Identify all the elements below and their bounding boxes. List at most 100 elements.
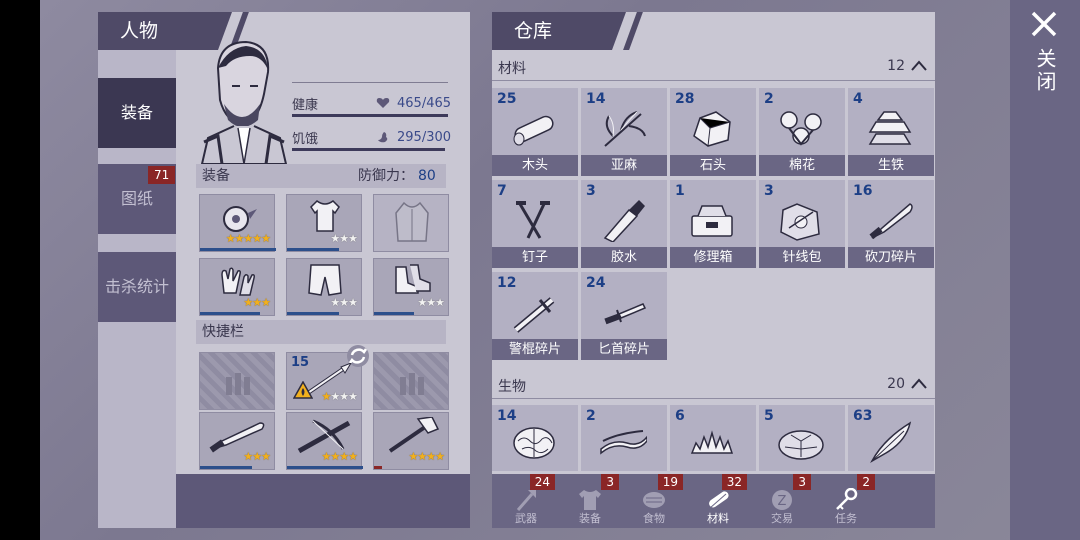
category-count: 12 (887, 58, 905, 74)
chevron-up-icon (911, 60, 927, 71)
key-tab-icon (836, 488, 858, 510)
item-label: 修理箱 (670, 247, 756, 268)
item-count: 4 (853, 91, 863, 107)
equip-slot-head[interactable]: ★★★★★ (199, 194, 276, 252)
inventory-item[interactable]: 24 匕首碎片 (581, 272, 667, 360)
sewing-kit-icon (780, 203, 820, 241)
stone-icon (693, 111, 731, 147)
shirt-tab-icon (579, 490, 601, 510)
tab-coin[interactable]: Z 3 交易 (751, 474, 813, 528)
quickbar-slot-5[interactable]: ★★★★ (286, 412, 363, 470)
item-count: 25 (497, 91, 517, 107)
defense-label: 防御力： (358, 168, 414, 184)
inventory-item[interactable]: 6 (670, 405, 756, 471)
item-count: 3 (764, 183, 774, 199)
inventory-item[interactable]: 12 警棍碎片 (492, 272, 578, 360)
star-rating: ★★★★ (408, 450, 445, 463)
repair-kit-icon (691, 205, 733, 237)
tab-meat[interactable]: 19 食物 (623, 474, 685, 528)
inventory-item[interactable]: 14 (492, 405, 578, 471)
iron-ingot-icon (868, 111, 912, 145)
tab-badge: 32 (721, 474, 747, 490)
star-rating: ★★★★ (321, 450, 358, 463)
inventory-item[interactable]: 28 石头 (670, 88, 756, 176)
feather-icon (870, 421, 912, 463)
quickbar-slot-3[interactable] (373, 352, 449, 410)
category-creatures-header[interactable]: 生物 20 (492, 372, 935, 398)
close-label[interactable]: 关闭 (1030, 48, 1060, 94)
meat-tab-icon (643, 492, 665, 508)
health-value: 465/465 (397, 96, 452, 111)
pants-icon (308, 264, 342, 296)
hunger-label: 饥饿 (292, 132, 319, 147)
inventory-item[interactable]: 25 木头 (492, 88, 578, 176)
inventory-item[interactable]: 4 生铁 (848, 88, 934, 176)
tab-kill-stats-label: 击杀统计 (104, 277, 169, 296)
tab-equipment[interactable]: 装备 (98, 78, 176, 148)
character-title: 人物 (120, 20, 159, 42)
equip-slot-hands[interactable]: ★★★ (199, 258, 275, 316)
quickbar-slot-6[interactable]: ★★★★ (373, 412, 449, 470)
quickbar-title: 快捷栏 (202, 324, 244, 340)
axe-tab-icon (516, 490, 536, 511)
chevron-up-icon (911, 378, 927, 389)
stats-divider (292, 82, 448, 83)
warehouse-header: 仓库 (492, 12, 643, 50)
item-count: 16 (853, 183, 873, 199)
tab-axe[interactable]: 24 武器 (495, 474, 557, 528)
tab-label: 装备 (579, 512, 601, 525)
tab-badge: 2 (857, 474, 875, 490)
star-rating: ★★★ (330, 296, 358, 309)
inventory-item[interactable]: 3 胶水 (581, 180, 667, 268)
tab-label: 材料 (707, 512, 729, 525)
tab-kill-stats[interactable]: 击杀统计 (98, 252, 176, 322)
inventory-item[interactable]: 63 (848, 405, 934, 471)
inventory-item[interactable]: 7 钉子 (492, 180, 578, 268)
tab-key[interactable]: 2 任务 (815, 474, 877, 528)
tab-label: 食物 (643, 512, 665, 525)
inventory-item[interactable]: 14 亚麻 (581, 88, 667, 176)
saw-blade-icon (223, 206, 257, 232)
category-materials-header[interactable]: 材料 12 (492, 54, 935, 80)
inventory-item[interactable]: 3 针线包 (759, 180, 845, 268)
inventory-item[interactable]: 16 砍刀碎片 (848, 180, 934, 268)
coin-tab-icon: Z (772, 490, 792, 510)
equip-slot-legs[interactable]: ★★★ (286, 258, 362, 316)
tab-equipment-label: 装备 (120, 103, 153, 122)
health-label: 健康 (292, 98, 319, 113)
item-label: 石头 (670, 155, 756, 176)
equip-slot-body[interactable]: ★★★ (286, 194, 362, 252)
quickbar-slot-2[interactable]: 15 ★★★★ (286, 345, 369, 410)
item-label: 木头 (492, 155, 578, 176)
equip-slot-feet[interactable]: ★★★ (373, 258, 449, 316)
nails-icon (516, 201, 550, 239)
tab-log[interactable]: 32 材料 (687, 474, 749, 528)
equipment-section-header: 装备 防御力： 80 (196, 164, 446, 188)
quickbar-section-header: 快捷栏 (196, 320, 446, 344)
flax-icon (604, 111, 646, 147)
item-count: 6 (675, 408, 685, 424)
inventory-item[interactable]: 2 棉花 (759, 88, 845, 176)
item-label: 警棍碎片 (492, 339, 578, 360)
hunger-bar (292, 148, 445, 151)
hunger-value: 295/300 (397, 130, 452, 145)
item-label: 亚麻 (581, 155, 667, 176)
baton-fragment-icon (513, 297, 555, 333)
item-count: 12 (497, 275, 517, 291)
item-count: 14 (586, 91, 606, 107)
brain-icon (513, 427, 555, 459)
warehouse-title: 仓库 (514, 20, 553, 42)
equip-slot-outer[interactable] (373, 194, 449, 252)
quickbar-slot-4[interactable]: ★★★ (199, 412, 275, 470)
tab-shirt[interactable]: 3 装备 (559, 474, 621, 528)
inventory-item[interactable]: 1 修理箱 (670, 180, 756, 268)
close-icon[interactable] (1030, 10, 1058, 38)
shirt-icon (310, 200, 340, 232)
gloves-icon (221, 267, 255, 296)
inventory-item[interactable]: 5 (759, 405, 845, 471)
leather-strip-icon (600, 430, 647, 455)
quickbar-slot-1[interactable] (199, 352, 275, 410)
inventory-item[interactable]: 2 (581, 405, 667, 471)
tab-badge: 3 (601, 474, 619, 490)
item-label: 生铁 (848, 155, 934, 176)
